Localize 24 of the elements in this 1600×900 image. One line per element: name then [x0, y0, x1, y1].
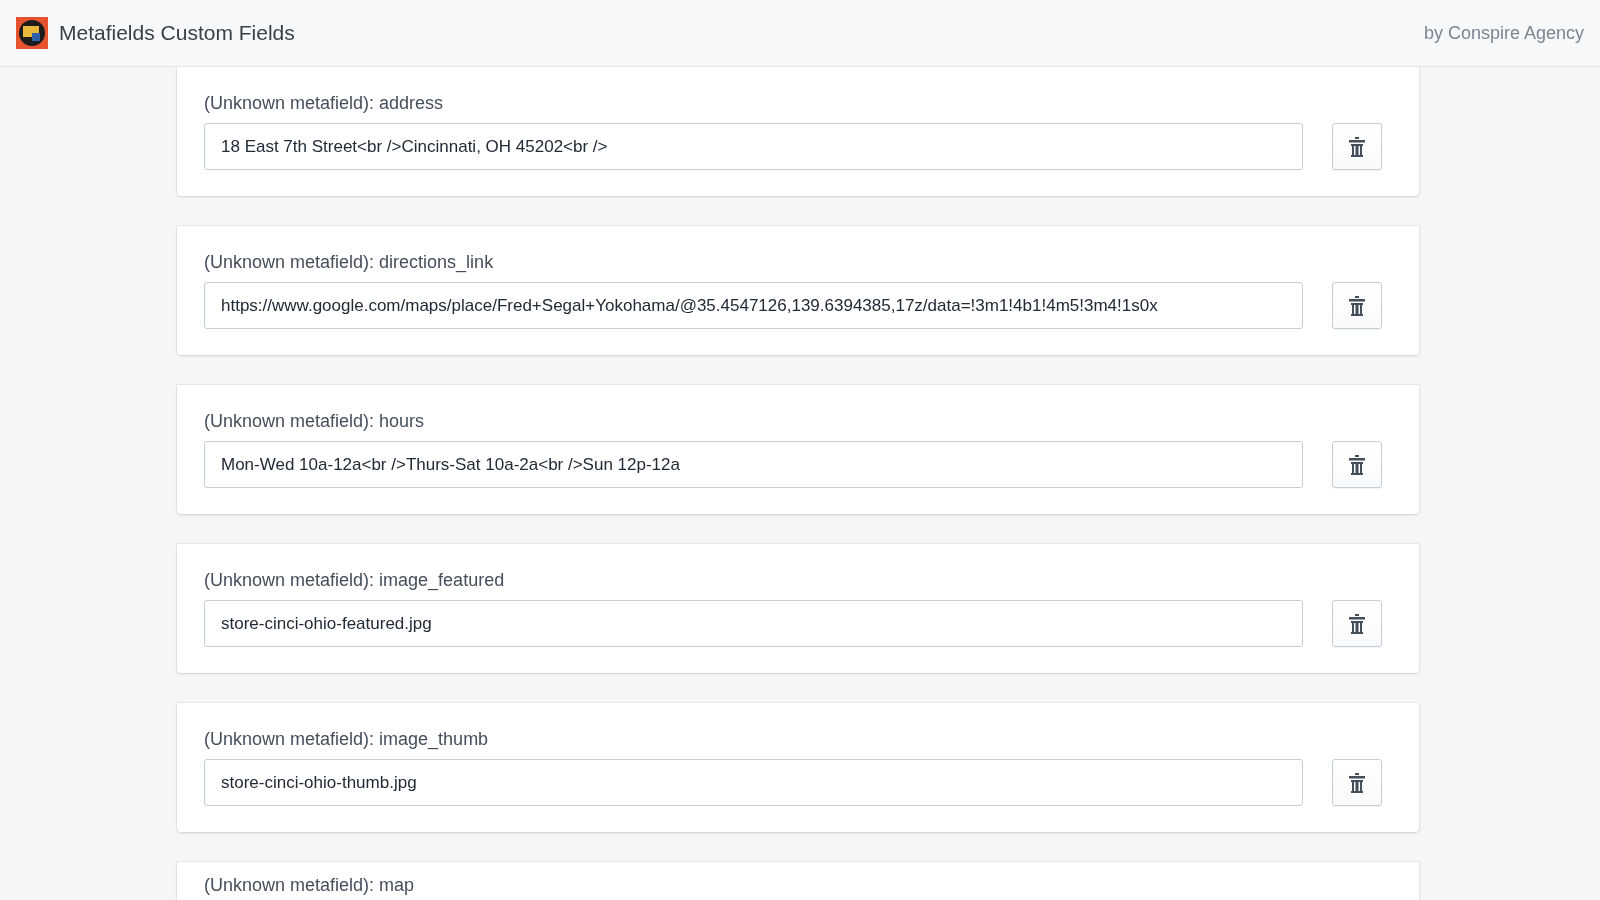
delete-button[interactable]: [1332, 282, 1382, 329]
trash-icon: [1349, 772, 1365, 793]
input-field[interactable]: 18 East 7th Street<br />Cincinnati, OH 45202<br />: [204, 123, 1303, 170]
input-field[interactable]: https://www.google.com/maps/place/Fred+Segal+Yokohama/@35.4547126,139.6394385,17z/data=!3m1!4b1!4m5!3m4!1s0x: [204, 282, 1303, 329]
trash-icon: [1349, 295, 1365, 316]
field-label: (Unknown metafield): map: [204, 874, 416, 896]
input-field[interactable]: Mon-Wed 10a-12a<br />Thurs-Sat 10a-2a<br />Sun 12p-12a: [204, 441, 1303, 488]
byline: by Conspire Agency: [1423, 22, 1584, 44]
trash-icon: [1349, 454, 1365, 475]
delete-button[interactable]: [1332, 441, 1382, 488]
input-field[interactable]: store-cinci-ohio-featured.jpg: [204, 600, 1303, 647]
trash-icon: [1349, 613, 1365, 634]
field-label: (Unknown metafield): address: [204, 92, 445, 114]
field-label: (Unknown metafield): image_featured: [204, 569, 506, 591]
field-label: (Unknown metafield): directions_link: [204, 251, 495, 273]
field-label: (Unknown metafield): image_thumb: [204, 728, 490, 750]
app-logo-icon: [16, 17, 48, 49]
delete-button[interactable]: [1332, 123, 1382, 170]
app-title: Metafields Custom Fields: [59, 21, 295, 45]
delete-button[interactable]: [1332, 600, 1382, 647]
trash-icon: [1349, 136, 1365, 157]
delete-button[interactable]: [1332, 759, 1382, 806]
field-label: (Unknown metafield): hours: [204, 410, 426, 432]
input-field[interactable]: store-cinci-ohio-thumb.jpg: [204, 759, 1303, 806]
